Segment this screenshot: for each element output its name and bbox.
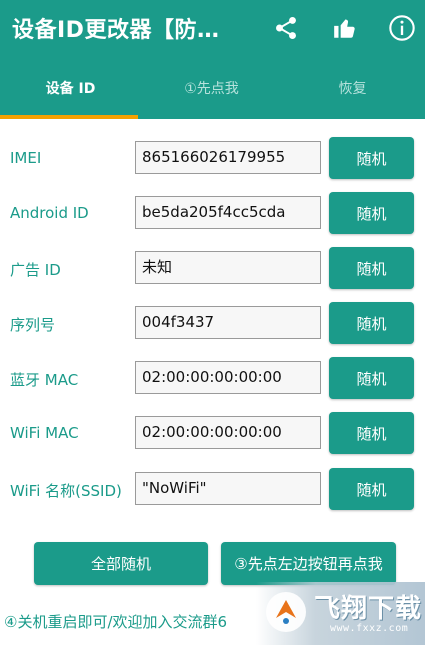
tab-device-id[interactable]: 设备 ID [0,57,141,119]
imei-row: IMEI 865166026179955 随机 [0,137,425,181]
android-id-row: Android ID be5da205f4cc5cda 随机 [0,192,425,236]
tab-label: ①先点我 [184,81,239,97]
imei-random-button[interactable]: 随机 [329,137,414,179]
tab-indicator [0,115,138,119]
wifi-ssid-field[interactable]: "NoWiFi" [135,472,321,505]
app-title: 设备ID更改器【防封版】 [12,18,237,43]
info-icon [389,15,415,41]
share-button[interactable] [268,10,304,46]
imei-field[interactable]: 865166026179955 [135,141,321,174]
footer-instruction: ④关机重启即可/欢迎加入交流群6 [4,613,228,631]
like-button[interactable] [327,10,363,46]
bluetooth-mac-field[interactable]: 02:00:00:00:00:00 [135,361,321,394]
wifi-mac-random-button[interactable]: 随机 [329,412,414,454]
imei-label: IMEI [10,149,42,167]
tab-label: 设备 ID [45,81,96,97]
wifi-ssid-random-button[interactable]: 随机 [329,468,414,510]
ad-id-label: 广告 ID [10,261,61,279]
step3-button[interactable]: ③先点左边按钮再点我 [221,542,396,585]
tab-restore[interactable]: 恢复 [282,57,423,119]
watermark-brand: 飞翔下载 [314,594,423,624]
random-all-button[interactable]: 全部随机 [34,542,208,585]
app-bar: 设备ID更改器【防封版】 [0,0,425,57]
watermark-url: www.fxxz.com [330,623,409,634]
wifi-mac-field[interactable]: 02:00:00:00:00:00 [135,416,321,449]
tab-label: 恢复 [338,81,367,97]
wifi-ssid-label: WiFi 名称(SSID) [10,482,122,500]
serial-field[interactable]: 004f3437 [135,306,321,339]
android-id-field[interactable]: be5da205f4cc5cda [135,196,321,229]
android-id-label: Android ID [10,204,89,222]
ad-id-row: 广告 ID 未知 随机 [0,247,425,291]
ad-id-field[interactable]: 未知 [135,251,321,284]
serial-row: 序列号 004f3437 随机 [0,302,425,346]
tab-bar: 设备 ID ①先点我 恢复 [0,57,425,119]
bluetooth-mac-random-button[interactable]: 随机 [329,357,414,399]
info-button[interactable] [384,10,420,46]
wifi-mac-label: WiFi MAC [10,424,79,442]
android-id-random-button[interactable]: 随机 [329,192,414,234]
bluetooth-mac-label: 蓝牙 MAC [10,371,79,389]
watermark: 飞翔下载 www.fxxz.com [256,582,425,645]
serial-label: 序列号 [10,316,56,334]
wifi-ssid-row: WiFi 名称(SSID) "NoWiFi" 随机 [0,468,425,512]
thumbs-up-icon [334,19,355,38]
share-icon [276,16,296,40]
site-logo-icon [266,592,306,632]
serial-random-button[interactable]: 随机 [329,302,414,344]
ad-id-random-button[interactable]: 随机 [329,247,414,289]
bluetooth-mac-row: 蓝牙 MAC 02:00:00:00:00:00 随机 [0,357,425,401]
wifi-mac-row: WiFi MAC 02:00:00:00:00:00 随机 [0,412,425,456]
tab-click-first[interactable]: ①先点我 [141,57,282,119]
